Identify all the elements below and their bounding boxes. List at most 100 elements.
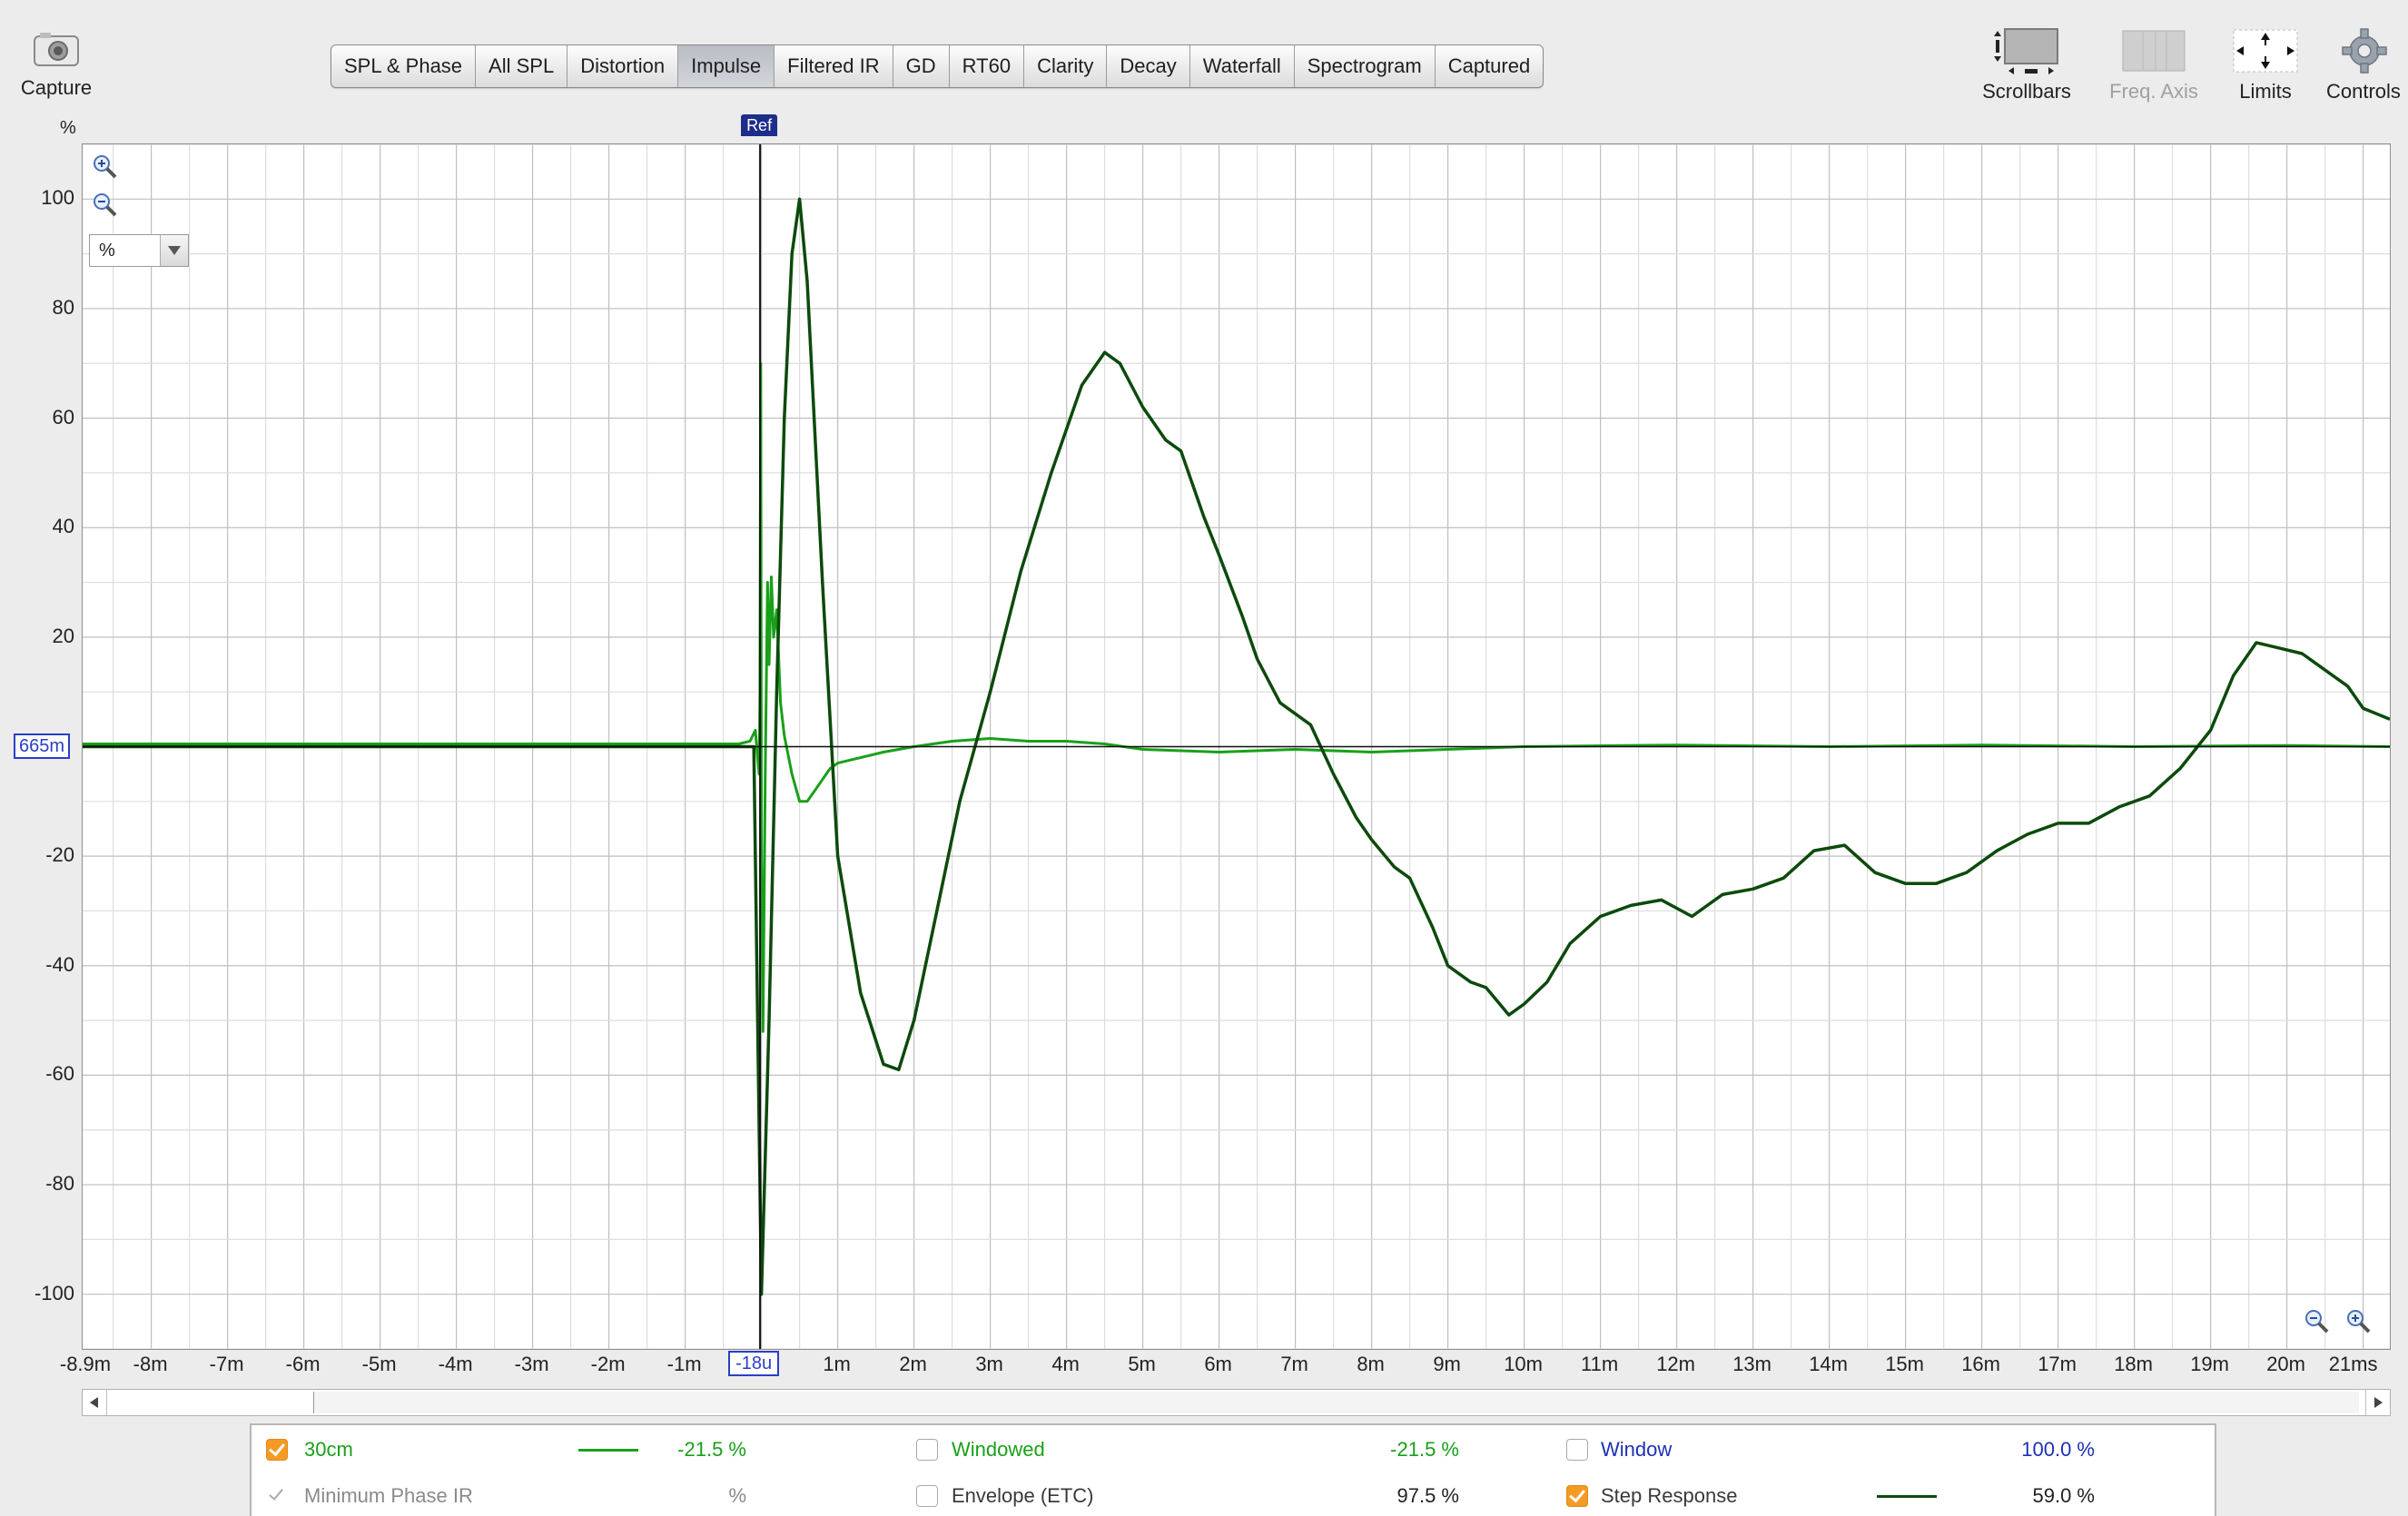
- legend-checkbox-30cm[interactable]: [266, 1439, 288, 1461]
- horizontal-scrollbar[interactable]: [82, 1389, 2391, 1416]
- x-tick-label: 7m: [1280, 1353, 1308, 1375]
- scrollbars-button[interactable]: Scrollbars: [1972, 27, 2081, 109]
- limits-button[interactable]: Limits: [2216, 27, 2315, 109]
- scrollbars-label: Scrollbars: [1982, 80, 2071, 103]
- limits-icon: [2233, 29, 2298, 73]
- tab-waterfall[interactable]: Waterfall: [1190, 45, 1295, 87]
- tab-spectrogram[interactable]: Spectrogram: [1295, 45, 1436, 87]
- zoom-in-y-icon[interactable]: [91, 153, 118, 180]
- limits-label: Limits: [2239, 80, 2292, 103]
- y-tick-label: 60: [52, 405, 74, 428]
- capture-label: Capture: [20, 76, 93, 99]
- x-tick-label: 1m: [823, 1353, 851, 1375]
- legend-checkbox-window[interactable]: [1566, 1439, 1588, 1461]
- legend-label: Step Response: [1601, 1484, 1738, 1507]
- legend-checkbox-envelope-etc-[interactable]: [916, 1485, 938, 1507]
- scroll-thumb[interactable]: [313, 1392, 2359, 1413]
- x-tick-label: 2m: [899, 1353, 927, 1375]
- legend-value: 97.5 %: [1396, 1484, 1460, 1507]
- zoom-out-y-icon[interactable]: [91, 191, 118, 218]
- y-tick-label: 80: [52, 295, 74, 319]
- tab-rt60[interactable]: RT60: [950, 45, 1025, 87]
- zoom-out-x-icon[interactable]: [2303, 1307, 2330, 1334]
- controls-button[interactable]: Controls: [2314, 27, 2408, 109]
- controls-label: Controls: [2326, 80, 2401, 103]
- x-tick-label: 14m: [1809, 1353, 1848, 1375]
- y-tick-label: -20: [45, 843, 74, 867]
- gear-icon: [2342, 28, 2387, 74]
- legend-value: -21.5 %: [1390, 1438, 1459, 1461]
- scrollbars-icon: [1994, 28, 2058, 74]
- x-tick-label: -6m: [285, 1353, 321, 1375]
- x-tick-label: 18m: [2114, 1353, 2153, 1375]
- x-tick-label: 3m: [975, 1353, 1003, 1375]
- camera-icon: [34, 33, 79, 66]
- x-tick-label: 15m: [1885, 1353, 1924, 1375]
- plot-canvas: [83, 144, 2390, 1349]
- x-tick-label: 10m: [1504, 1353, 1543, 1375]
- scroll-left-arrow-icon[interactable]: [83, 1390, 107, 1415]
- y-unit-select[interactable]: %: [89, 234, 189, 267]
- cursor-y-readout: 665m: [14, 733, 71, 759]
- tab-distortion[interactable]: Distortion: [567, 45, 679, 87]
- y-tick-label: 40: [52, 515, 74, 538]
- tab-impulse[interactable]: Impulse: [678, 45, 775, 87]
- x-tick-label: 12m: [1656, 1353, 1695, 1375]
- legend-label: Windowed: [952, 1438, 1045, 1461]
- x-tick-label: -3m: [514, 1353, 549, 1375]
- x-tick-label: -8m: [133, 1353, 168, 1375]
- legend-value: %: [728, 1484, 746, 1507]
- capture-button[interactable]: Capture: [11, 27, 102, 109]
- x-tick-label: 16m: [1961, 1353, 2000, 1375]
- legend-label: Window: [1601, 1438, 1673, 1461]
- graph-tab-bar: SPL & Phase All SPL Distortion Impulse Filte…: [331, 44, 1544, 88]
- ref-marker[interactable]: Ref: [741, 114, 778, 136]
- x-tick-label: 5m: [1128, 1353, 1156, 1375]
- tab-spl-phase[interactable]: SPL & Phase: [331, 45, 477, 87]
- freq-axis-label: Freq. Axis: [2109, 80, 2198, 103]
- legend-value: -21.5 %: [677, 1438, 746, 1461]
- x-tick-label: 6m: [1204, 1353, 1232, 1375]
- tab-gd[interactable]: GD: [893, 45, 950, 87]
- x-tick-label: 19m: [2190, 1353, 2229, 1375]
- tab-captured[interactable]: Captured: [1436, 45, 1544, 87]
- y-tick-label: -40: [45, 952, 74, 976]
- x-tick-label: -7m: [209, 1353, 244, 1375]
- x-tick-label: 20m: [2266, 1353, 2305, 1375]
- y-axis-unit: %: [60, 118, 76, 138]
- legend-checkbox-windowed[interactable]: [916, 1439, 938, 1461]
- x-tick-label: -5m: [361, 1353, 397, 1375]
- x-tick-label: 21ms: [2328, 1353, 2378, 1375]
- legend-label: Minimum Phase IR: [304, 1484, 473, 1507]
- x-tick-label: 17m: [2038, 1353, 2077, 1375]
- legend-value: 100.0 %: [2021, 1438, 2095, 1461]
- tab-all-spl[interactable]: All SPL: [476, 45, 568, 87]
- x-tick-label: -8.9m: [59, 1353, 112, 1375]
- cursor-x-readout: -18u: [728, 1351, 780, 1376]
- x-tick-label: 9m: [1433, 1353, 1461, 1375]
- series-line-30cm: [83, 361, 2390, 1033]
- y-tick-label: 100: [41, 186, 74, 210]
- zoom-in-x-icon[interactable]: [2344, 1307, 2372, 1334]
- x-tick-label: -4m: [438, 1353, 473, 1375]
- legend-checkbox-step-response[interactable]: [1566, 1485, 1588, 1507]
- legend-value: 59.0 %: [2032, 1484, 2096, 1507]
- y-unit-select-value: %: [99, 241, 115, 261]
- freq-axis-button: Freq. Axis: [2099, 27, 2208, 109]
- tab-clarity[interactable]: Clarity: [1024, 45, 1108, 87]
- y-tick-label: -100: [34, 1281, 74, 1304]
- tab-filtered-ir[interactable]: Filtered IR: [775, 45, 893, 87]
- legend-checkbox-minimum-phase-ir[interactable]: [266, 1485, 286, 1505]
- x-tick-label: 8m: [1357, 1353, 1385, 1375]
- legend-label: Envelope (ETC): [952, 1484, 1094, 1507]
- x-tick-label: 11m: [1581, 1353, 1619, 1375]
- x-tick-label: 13m: [1732, 1353, 1771, 1375]
- impulse-plot[interactable]: [82, 143, 2391, 1350]
- x-tick-label: -1m: [666, 1353, 702, 1375]
- chevron-down-icon: [160, 235, 188, 266]
- scroll-right-arrow-icon[interactable]: [2365, 1390, 2390, 1415]
- legend-label: 30cm: [304, 1438, 353, 1461]
- freq-axis-icon: [2122, 30, 2186, 72]
- y-tick-label: -80: [45, 1172, 74, 1196]
- tab-decay[interactable]: Decay: [1107, 45, 1190, 87]
